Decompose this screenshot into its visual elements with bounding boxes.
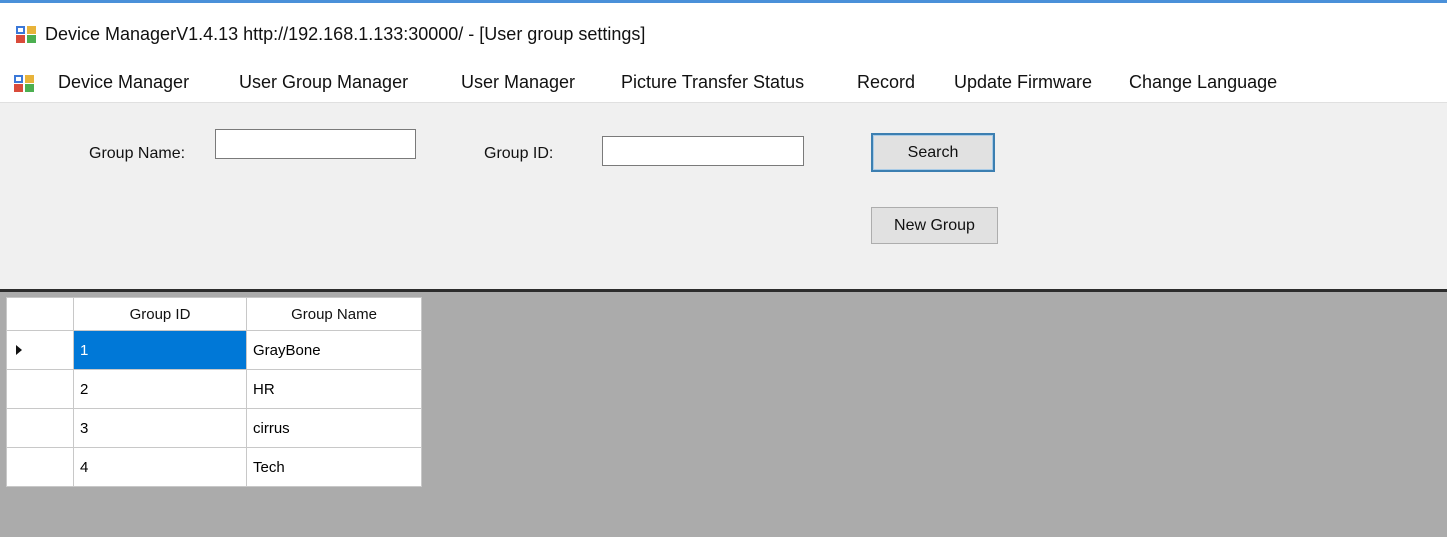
row-header[interactable]: [6, 330, 74, 370]
cell-group-name[interactable]: Tech: [246, 447, 422, 487]
cell-group-id[interactable]: 1: [73, 330, 247, 370]
group-name-label: Group Name:: [89, 145, 186, 162]
row-header[interactable]: [6, 369, 74, 409]
cell-group-id[interactable]: 4: [73, 447, 247, 487]
row-header[interactable]: [6, 447, 74, 487]
menu-bar: Device Manager User Group Manager User M…: [0, 66, 1447, 103]
cell-group-name[interactable]: HR: [246, 369, 422, 409]
current-row-arrow-icon: [16, 345, 22, 355]
group-data-grid[interactable]: Group ID Group Name 1 GrayBone 2 HR 3 ci…: [6, 297, 422, 487]
app-window-icon: [16, 26, 36, 43]
menu-user-manager[interactable]: User Manager: [461, 72, 575, 93]
search-panel: Group Name: Group ID: Search New Group: [0, 103, 1447, 289]
menu-picture-transfer-status[interactable]: Picture Transfer Status: [621, 72, 804, 93]
window-title: Device ManagerV1.4.13 http://192.168.1.1…: [45, 24, 646, 44]
group-id-input[interactable]: [602, 136, 804, 166]
grid-corner-header[interactable]: [6, 297, 74, 331]
column-header-group-name[interactable]: Group Name: [246, 297, 422, 331]
menu-update-firmware[interactable]: Update Firmware: [954, 72, 1092, 93]
menu-device-manager[interactable]: Device Manager: [58, 72, 189, 93]
column-header-group-id[interactable]: Group ID: [73, 297, 247, 331]
group-name-input[interactable]: [215, 129, 416, 159]
window-title-bar: Device ManagerV1.4.13 http://192.168.1.1…: [0, 0, 1447, 66]
group-id-label: Group ID:: [484, 145, 554, 162]
cell-group-name[interactable]: GrayBone: [246, 330, 422, 370]
cell-group-name[interactable]: cirrus: [246, 408, 422, 448]
table-row[interactable]: 4 Tech: [6, 447, 422, 487]
table-row[interactable]: 2 HR: [6, 369, 422, 409]
cell-group-id[interactable]: 2: [73, 369, 247, 409]
new-group-button[interactable]: New Group: [871, 207, 998, 244]
mdi-child-icon[interactable]: [14, 75, 34, 92]
grid-header-row: Group ID Group Name: [6, 297, 422, 331]
table-row[interactable]: 1 GrayBone: [6, 330, 422, 370]
table-row[interactable]: 3 cirrus: [6, 408, 422, 448]
row-header[interactable]: [6, 408, 74, 448]
search-button[interactable]: Search: [871, 133, 995, 172]
menu-user-group-manager[interactable]: User Group Manager: [239, 72, 408, 93]
cell-group-id[interactable]: 3: [73, 408, 247, 448]
menu-record[interactable]: Record: [857, 72, 915, 93]
menu-change-language[interactable]: Change Language: [1129, 72, 1277, 93]
